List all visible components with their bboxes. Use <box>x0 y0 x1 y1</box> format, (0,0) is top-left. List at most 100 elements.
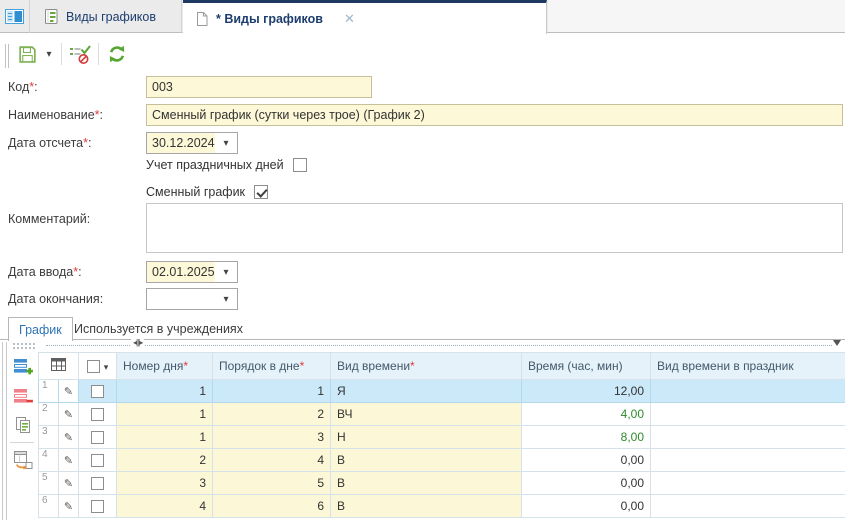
column-header-holiday-type[interactable]: Вид времени в праздник <box>651 353 845 380</box>
chevron-down-icon: ▾ <box>223 267 228 278</box>
copy-row-button[interactable] <box>9 412 36 438</box>
select-all-checkbox[interactable] <box>87 360 100 373</box>
schedule-table: ▾ Номер дня* Порядок в дне* Вид времени*… <box>38 352 845 518</box>
entry-date-dropdown-button[interactable]: ▾ <box>215 262 237 282</box>
entry-date-picker[interactable]: 02.01.2025 ▾ <box>146 261 238 283</box>
column-splitter-icon[interactable]: ◂|||▸ <box>131 338 144 347</box>
table-header-row: ▾ Номер дня* Порядок в дне* Вид времени*… <box>39 353 845 380</box>
subtab-label: График <box>19 323 62 337</box>
shift-checkbox[interactable] <box>254 185 268 199</box>
row-checkbox[interactable] <box>91 477 104 490</box>
column-header-day[interactable]: Номер дня* <box>117 353 213 380</box>
splitter-end-arrow-icon <box>833 340 841 346</box>
end-date-picker[interactable]: ▾ <box>146 288 238 310</box>
side-toolbar-separator <box>10 442 34 443</box>
name-input[interactable] <box>146 104 843 126</box>
save-button[interactable] <box>13 40 41 68</box>
comment-textarea[interactable] <box>146 203 843 253</box>
holidays-checkbox-label: Учет праздничных дней <box>146 158 284 172</box>
shift-checkbox-label: Сменный график <box>146 185 245 199</box>
chevron-down-icon: ▾ <box>46 49 51 60</box>
table-row[interactable]: 3 ✎ 1 3 Н 8,00 <box>39 426 845 449</box>
table-row[interactable]: 6 ✎ 4 6 В 0,00 <box>39 495 845 518</box>
detail-tab-bar: График Используется в учреждениях <box>0 316 845 340</box>
column-header-time-type[interactable]: Вид времени* <box>331 353 522 380</box>
tab-vidy-grafikov-editor[interactable]: * Виды графиков ✕ <box>183 0 547 34</box>
end-date-value[interactable] <box>147 289 215 309</box>
table-row[interactable]: 2 ✎ 1 2 ВЧ 4,00 <box>39 403 845 426</box>
toolbar-grip[interactable] <box>5 44 9 68</box>
pencil-icon: ✎ <box>64 409 73 421</box>
tab-vidy-grafikov-journal[interactable]: Виды графиков <box>31 0 182 33</box>
delete-row-icon <box>13 388 33 406</box>
check-control-icon <box>69 43 91 65</box>
toolbar-separator <box>98 43 99 65</box>
pencil-icon: ✎ <box>64 386 73 398</box>
row-checkbox[interactable] <box>91 431 104 444</box>
grid-toolbar-drag-handle[interactable] <box>12 342 36 351</box>
table-row[interactable]: 5 ✎ 3 5 В 0,00 <box>39 472 845 495</box>
pencil-icon: ✎ <box>64 455 73 467</box>
table-row[interactable]: 4 ✎ 2 4 В 0,00 <box>39 449 845 472</box>
column-header-order[interactable]: Порядок в дне* <box>213 353 331 380</box>
fill-rows-icon <box>13 450 33 470</box>
toolbar-separator <box>61 43 62 65</box>
table-row[interactable]: 1 ✎ 1 1 Я 12,00 <box>39 380 845 403</box>
row-checkbox[interactable] <box>91 454 104 467</box>
editor-toolbar: ▾ <box>0 34 845 74</box>
delete-row-button[interactable] <box>9 384 36 410</box>
subtab-label: Используется в учреждениях <box>74 322 243 336</box>
start-date-label: Дата отсчета*: <box>8 136 91 150</box>
tab-schedule[interactable]: График <box>8 317 73 341</box>
tab-label: Виды графиков <box>66 10 156 24</box>
refresh-icon <box>107 44 127 64</box>
holidays-checkbox[interactable] <box>293 158 307 172</box>
chevron-down-icon: ▾ <box>104 362 109 372</box>
select-all-cell[interactable]: ▾ <box>79 353 117 380</box>
grid-splitter-line <box>46 345 832 346</box>
tab-used-in-institutions[interactable]: Используется в учреждениях <box>64 317 253 340</box>
tab-bar-empty-area <box>548 0 845 32</box>
close-tab-icon[interactable]: ✕ <box>344 11 355 27</box>
columns-grid-icon <box>51 358 66 371</box>
chevron-down-icon: ▾ <box>223 294 228 305</box>
start-date-value[interactable]: 30.12.2024 <box>147 133 215 153</box>
save-dropdown-button[interactable]: ▾ <box>41 40 57 68</box>
entry-date-label: Дата ввода*: <box>8 265 82 279</box>
column-settings-button[interactable] <box>39 353 79 380</box>
start-date-dropdown-button[interactable]: ▾ <box>215 133 237 153</box>
row-checkbox[interactable] <box>91 500 104 513</box>
pencil-icon: ✎ <box>64 501 73 513</box>
end-date-dropdown-button[interactable]: ▾ <box>215 289 237 309</box>
main-tab-bar: Виды графиков * Виды графиков ✕ <box>0 0 845 33</box>
journal-icon <box>43 8 59 25</box>
column-header-time[interactable]: Время (час, мин) <box>522 353 651 380</box>
entry-date-value[interactable]: 02.01.2025 <box>147 262 215 282</box>
add-row-button[interactable] <box>9 354 36 380</box>
tab-home-panel[interactable] <box>0 0 30 33</box>
check-control-button[interactable] <box>66 40 94 68</box>
holidays-checkbox-row: Учет праздничных дней <box>146 158 307 172</box>
document-icon <box>195 11 209 27</box>
code-label: Код*: <box>8 80 38 94</box>
refresh-button[interactable] <box>103 40 131 68</box>
shift-checkbox-row: Сменный график <box>146 185 268 199</box>
row-checkbox[interactable] <box>91 385 104 398</box>
start-date-picker[interactable]: 30.12.2024 ▾ <box>146 132 238 154</box>
code-input[interactable] <box>146 76 372 98</box>
row-checkbox[interactable] <box>91 408 104 421</box>
chevron-down-icon: ▾ <box>223 138 228 149</box>
comment-label: Комментарий: <box>8 212 90 226</box>
pencil-icon: ✎ <box>64 478 73 490</box>
app-window: Виды графиков * Виды графиков ✕ ▾ <box>0 0 845 520</box>
pencil-icon: ✎ <box>64 432 73 444</box>
save-icon <box>17 44 38 65</box>
fill-rows-button[interactable] <box>9 447 36 473</box>
add-row-icon <box>13 358 33 376</box>
end-date-label: Дата окончания: <box>8 292 103 306</box>
copy-icon <box>14 416 32 434</box>
panel-icon <box>5 9 24 24</box>
tab-label: * Виды графиков <box>216 12 323 26</box>
panel-resize-grip[interactable] <box>2 342 7 520</box>
name-label: Наименование*: <box>8 108 103 122</box>
